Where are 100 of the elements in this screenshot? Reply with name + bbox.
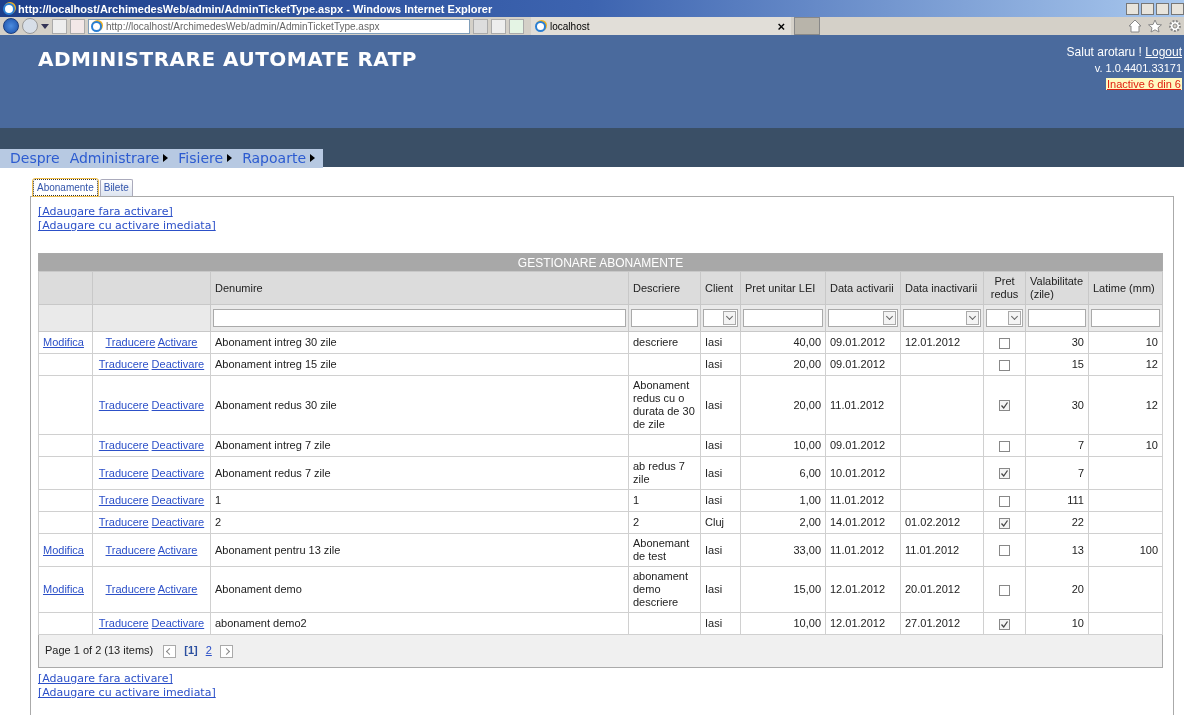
name-cell: 1 <box>215 494 222 506</box>
client-cell: Iasi <box>705 617 723 629</box>
validity-cell: 7 <box>1077 439 1084 451</box>
checkbox[interactable] <box>999 618 1010 630</box>
client-cell: Iasi <box>705 543 723 556</box>
filter-field[interactable] <box>631 309 698 327</box>
home-icon[interactable] <box>1128 19 1142 33</box>
checkbox[interactable] <box>999 440 1010 452</box>
column-header: Pret redus <box>983 271 1026 305</box>
grid-title: GESTIONARE ABONAMENTE <box>38 253 1163 272</box>
tab[interactable]: Abonamente <box>33 179 98 196</box>
action-link[interactable]: Traducere <box>98 398 149 411</box>
previous-page-icon[interactable] <box>163 644 177 658</box>
action-link[interactable]: Activare <box>157 583 198 595</box>
next-page-icon[interactable] <box>219 644 233 658</box>
date-cell: 27.01.2012 <box>905 617 961 629</box>
action-link[interactable]: Deactivare <box>151 617 205 629</box>
action-link[interactable]: Traducere <box>98 494 149 506</box>
date-cell: 11.01.2012 <box>830 494 885 506</box>
add-link[interactable]: [Adaugare cu activare imediata] <box>38 686 216 700</box>
checkbox[interactable] <box>999 468 1010 480</box>
column-header: Descriere <box>628 271 701 305</box>
description-cell: Abonemant de test <box>633 537 690 562</box>
client-cell: Iasi <box>705 583 723 595</box>
action-link[interactable]: Traducere <box>98 516 149 528</box>
price-cell: 20,00 <box>793 398 821 411</box>
date-cell: 11.01.2012 <box>830 543 885 556</box>
checkbox[interactable] <box>999 400 1010 412</box>
page-link[interactable]: [1] <box>184 644 198 657</box>
client-cell: Iasi <box>705 494 723 506</box>
width-cell: 12 <box>1145 398 1158 411</box>
action-link[interactable]: Deactivare <box>151 358 205 370</box>
validity-cell: 111 <box>1067 494 1084 506</box>
add-link[interactable]: [Adaugare fara activare] <box>38 205 173 219</box>
menu-item[interactable]: Administrare <box>69 150 169 166</box>
logout-link[interactable]: Logout <box>1145 45 1182 59</box>
new-tab-button[interactable] <box>794 17 820 35</box>
action-link[interactable]: Activare <box>157 336 198 348</box>
action-link[interactable]: Traducere <box>105 543 156 556</box>
action-link[interactable]: Deactivare <box>151 439 205 451</box>
menu-item[interactable]: Despre <box>10 150 60 166</box>
width-cell: 12 <box>1145 358 1158 370</box>
checkbox[interactable] <box>999 545 1010 557</box>
add-link[interactable]: [Adaugare fara activare] <box>38 672 173 686</box>
pager-summary: Page 1 of 2 (13 items) <box>45 644 154 657</box>
validity-cell: 15 <box>1071 358 1084 370</box>
checkbox[interactable] <box>999 359 1010 371</box>
name-cell: abonament demo2 <box>215 617 307 629</box>
name-cell: Abonament intreg 30 zile <box>215 336 337 348</box>
edit-link[interactable]: Modifica <box>43 583 84 595</box>
column-header: Data inactivarii <box>900 271 984 305</box>
filter-field[interactable] <box>1091 309 1160 327</box>
action-link[interactable]: Traducere <box>105 336 156 348</box>
action-link[interactable]: Deactivare <box>151 398 205 411</box>
date-cell: 12.01.2012 <box>830 583 886 595</box>
action-link[interactable]: Activare <box>157 543 198 556</box>
filter-dropdown[interactable] <box>703 309 738 327</box>
add-link[interactable]: [Adaugare cu activare imediata] <box>38 219 216 233</box>
action-link[interactable]: Traducere <box>105 583 156 595</box>
filter-dropdown[interactable] <box>986 309 1023 327</box>
action-link[interactable]: Deactivare <box>151 466 205 479</box>
column-header: Client <box>700 271 741 305</box>
action-link[interactable]: Traducere <box>98 358 149 370</box>
action-link[interactable]: Traducere <box>98 466 149 479</box>
column-header: Latime (mm) <box>1088 271 1163 305</box>
greeting-text: Salut arotaru ! <box>1066 45 1142 59</box>
settings-icon[interactable] <box>1168 19 1182 33</box>
column-header: Pret unitar LEI <box>740 271 826 305</box>
filter-field[interactable] <box>213 309 626 327</box>
action-link[interactable]: Deactivare <box>151 516 205 528</box>
checkbox[interactable] <box>999 584 1010 596</box>
client-cell: Iasi <box>705 398 723 411</box>
menu-item[interactable]: Fisiere <box>178 150 233 166</box>
price-cell: 10,00 <box>793 439 821 451</box>
validity-cell: 10 <box>1071 617 1084 629</box>
browser-tab[interactable]: localhost × <box>531 17 791 35</box>
address-field[interactable]: http://localhost/ArchimedesWeb/admin/AdminTicketType.aspx <box>88 18 470 34</box>
page-link[interactable]: 2 <box>205 644 212 657</box>
action-link[interactable]: Traducere <box>98 617 149 629</box>
price-cell: 40,00 <box>793 336 821 348</box>
filter-field[interactable] <box>743 309 823 327</box>
tab[interactable]: Bilete <box>99 179 133 196</box>
checkbox[interactable] <box>999 517 1010 529</box>
checkbox[interactable] <box>999 495 1010 507</box>
name-cell: Abonament intreg 15 zile <box>215 358 337 370</box>
filter-dropdown[interactable] <box>903 309 981 327</box>
filter-dropdown[interactable] <box>828 309 898 327</box>
action-link[interactable]: Traducere <box>98 439 149 451</box>
name-cell: 2 <box>215 516 222 528</box>
description-cell: descriere <box>633 336 679 348</box>
browser-logo-icon <box>3 2 15 15</box>
description-cell: ab redus 7 zile <box>633 460 685 485</box>
filter-field[interactable] <box>1028 309 1086 327</box>
action-link[interactable]: Deactivare <box>151 494 205 506</box>
column-header: Valabilitate (zile) <box>1025 271 1089 305</box>
checkbox[interactable] <box>999 337 1010 349</box>
menu-item[interactable]: Rapoarte <box>242 150 315 166</box>
star-icon[interactable] <box>1148 19 1162 33</box>
client-cell: Iasi <box>705 358 723 370</box>
price-cell: 20,00 <box>793 358 821 370</box>
